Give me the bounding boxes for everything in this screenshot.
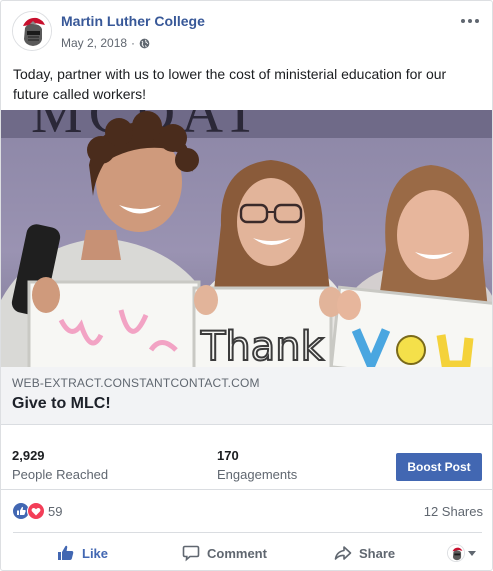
boost-post-button[interactable]: Boost Post (396, 453, 482, 481)
post-card: Martin Luther College May 2, 2018 · Toda… (0, 0, 493, 571)
page-name-link[interactable]: Martin Luther College (61, 13, 205, 29)
engagements-value[interactable]: 170 (217, 448, 239, 463)
dot-icon (461, 19, 465, 23)
share-arrow-icon (334, 546, 352, 560)
shares-count[interactable]: 12 Shares (424, 504, 483, 519)
more-options-button[interactable] (456, 9, 484, 33)
link-title[interactable]: Give to MLC! (12, 395, 111, 413)
link-preview-card[interactable]: WEB-EXTRACT.CONSTANTCONTACT.COM Give to … (1, 367, 492, 425)
like-button[interactable]: Like (57, 533, 109, 570)
page-mini-avatar (447, 544, 465, 562)
thumbs-up-icon (58, 545, 74, 560)
post-message: Today, partner with us to lower the cost… (13, 66, 447, 102)
post-as-selector[interactable] (447, 544, 476, 562)
students-photo-image: MCDAT (1, 110, 492, 367)
globe-icon[interactable] (139, 38, 150, 49)
love-icon (27, 502, 45, 520)
comment-bubble-icon (182, 545, 200, 562)
engagements-label: Engagements (217, 467, 298, 482)
reaction-icons[interactable] (12, 502, 46, 520)
comment-label: Comment (207, 545, 267, 561)
like-icon (12, 502, 30, 520)
chevron-down-icon (468, 550, 476, 556)
reaction-count[interactable]: 59 (48, 504, 62, 519)
people-reached-label: People Reached (12, 467, 109, 482)
reactions-bar: 59 12 Shares (1, 491, 492, 531)
share-label: Share (359, 545, 396, 561)
knight-logo-icon (448, 545, 464, 561)
like-label: Like (82, 545, 109, 561)
post-insights: 2,929 People Reached 170 Engagements Boo… (1, 426, 492, 490)
comment-button[interactable]: Comment (182, 533, 267, 570)
post-photo[interactable]: MCDAT (1, 110, 492, 367)
post-header: Martin Luther College May 2, 2018 · (1, 1, 492, 61)
people-reached-value[interactable]: 2,929 (12, 448, 45, 463)
knight-logo-icon (13, 12, 51, 50)
post-date[interactable]: May 2, 2018 (61, 36, 127, 50)
meta-separator: · (131, 36, 136, 50)
thank-lettering: Thank (200, 324, 325, 367)
page-avatar[interactable] (12, 11, 52, 51)
action-bar: Like Comment Share (13, 532, 482, 570)
link-domain: WEB-EXTRACT.CONSTANTCONTACT.COM (12, 376, 260, 390)
post-meta: May 2, 2018 · (61, 36, 150, 50)
dot-icon (475, 19, 479, 23)
dot-icon (468, 19, 472, 23)
share-button[interactable]: Share (334, 533, 396, 570)
